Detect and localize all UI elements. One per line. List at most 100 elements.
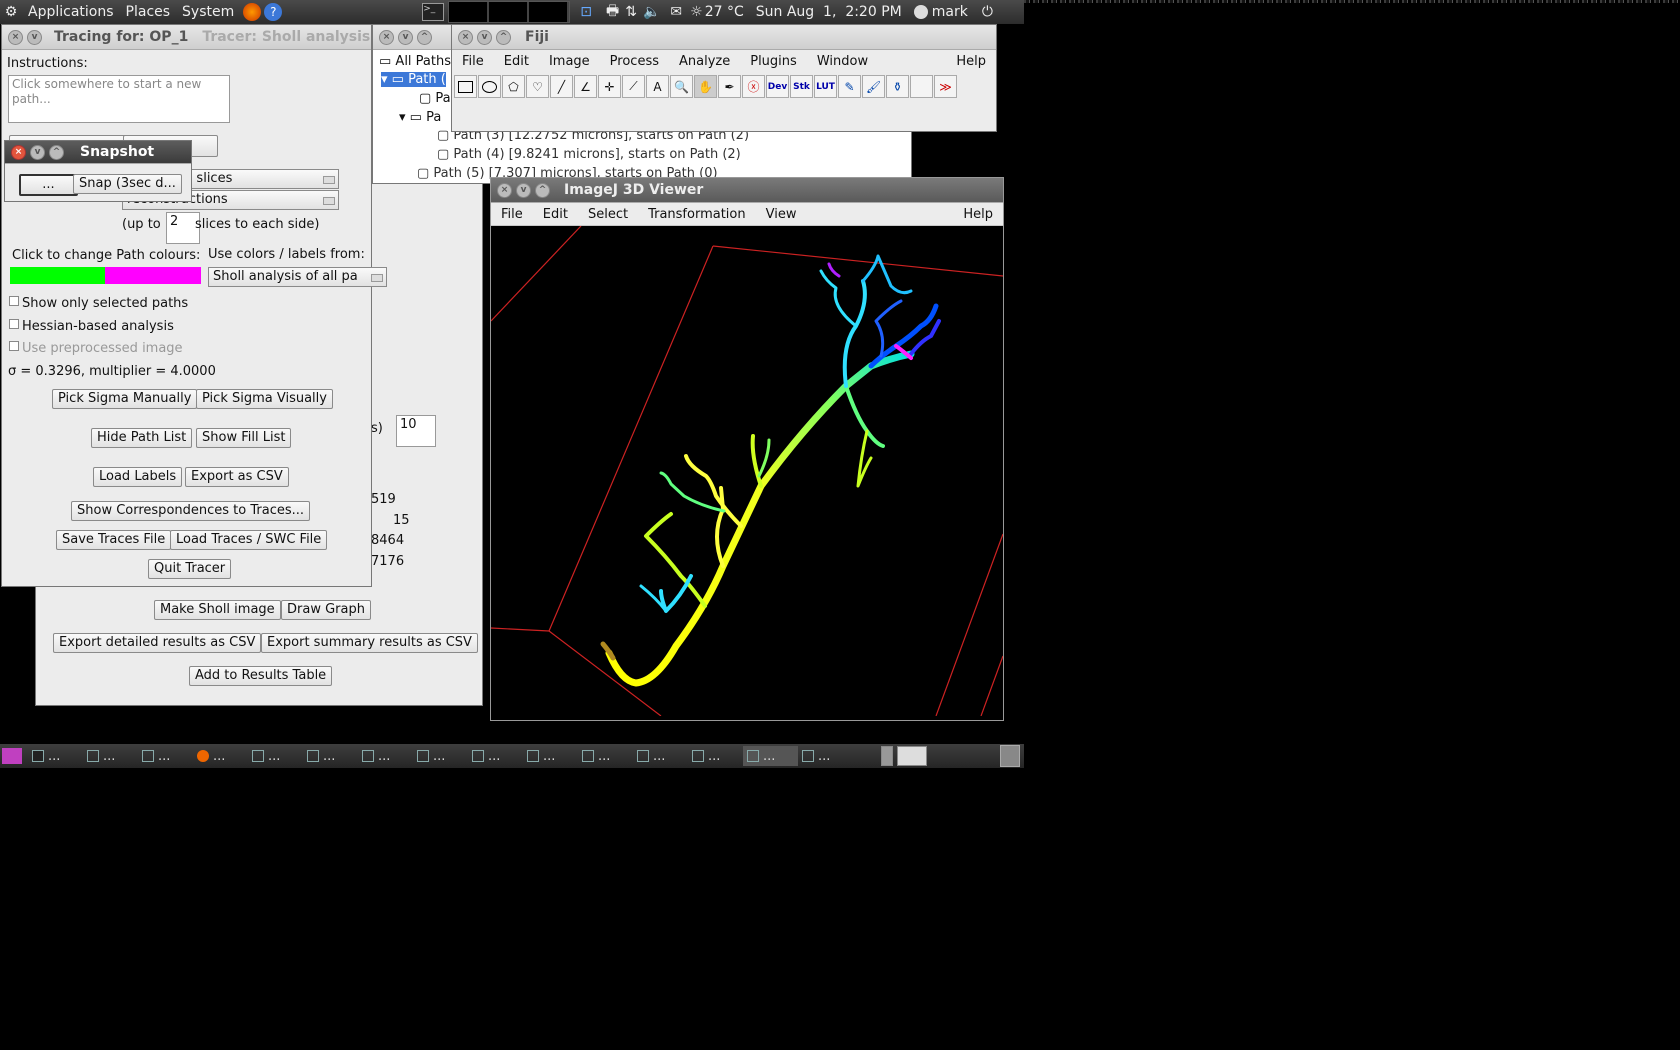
taskbar-item[interactable]: ... bbox=[83, 746, 138, 766]
user-icon[interactable] bbox=[913, 5, 928, 19]
volume-icon[interactable]: 🔈 bbox=[643, 4, 660, 20]
oval-tool-icon[interactable] bbox=[478, 75, 501, 98]
snapshot-titlebar[interactable]: × v ^ Snapshot bbox=[5, 141, 191, 164]
more-tools-icon[interactable]: ≫ bbox=[934, 75, 957, 98]
system-monitor-graph[interactable] bbox=[448, 1, 571, 23]
tree-item[interactable]: ▢ Pa bbox=[419, 91, 451, 106]
user-name[interactable]: mark bbox=[932, 4, 968, 20]
gnome-foot-icon[interactable]: ⚙ bbox=[0, 4, 22, 20]
taskbar-item[interactable]: ... bbox=[358, 746, 413, 766]
close-icon[interactable]: × bbox=[497, 182, 512, 198]
show-selected-checkbox[interactable]: Show only selected paths bbox=[9, 296, 188, 311]
flood-tool-icon[interactable]: ⚱ bbox=[886, 75, 909, 98]
show-fill-list-button[interactable]: Show Fill List bbox=[196, 428, 292, 448]
path-colour-right-swatch[interactable] bbox=[105, 267, 201, 284]
export-summary-button[interactable]: Export summary results as CSV bbox=[261, 633, 478, 653]
tracer-titlebar[interactable]: × v Tracing for: OP_1 Tracer: Sholl anal… bbox=[2, 25, 371, 50]
load-labels-button[interactable]: Load Labels bbox=[93, 467, 183, 487]
zoom-tool-icon[interactable]: 🔍 bbox=[670, 75, 693, 98]
maximize-icon[interactable]: ^ bbox=[49, 144, 64, 160]
show-correspondences-button[interactable]: Show Correspondences to Traces... bbox=[71, 501, 311, 521]
taskbar-item[interactable]: ... bbox=[523, 746, 578, 766]
firefox-icon[interactable] bbox=[243, 3, 262, 21]
weather-icon[interactable]: ☼ bbox=[690, 4, 703, 20]
dropper-tool-icon[interactable]: ✒ bbox=[718, 75, 741, 98]
fiji-menu-plugins[interactable]: Plugins bbox=[740, 54, 807, 69]
draw-graph-button[interactable]: Draw Graph bbox=[281, 600, 371, 620]
snap-button[interactable]: Snap (3sec d... bbox=[73, 174, 182, 194]
workspace-switcher[interactable] bbox=[881, 746, 927, 766]
fiji-menu-analyze[interactable]: Analyze bbox=[669, 54, 740, 69]
fiji-menu-process[interactable]: Process bbox=[600, 54, 669, 69]
load-traces-button[interactable]: Load Traces / SWC File bbox=[170, 530, 328, 550]
viewer-menu-view[interactable]: View bbox=[756, 207, 807, 222]
brush-tool-icon[interactable]: 🖌 bbox=[862, 75, 885, 98]
hand-tool-icon[interactable]: ✋ bbox=[694, 75, 717, 98]
close-icon[interactable]: × bbox=[11, 144, 26, 160]
preprocessed-checkbox[interactable]: Use preprocessed image bbox=[9, 341, 183, 356]
checkbox-box[interactable] bbox=[9, 296, 19, 306]
pick-sigma-visually-button[interactable]: Pick Sigma Visually bbox=[196, 389, 333, 409]
viewer-menu-edit[interactable]: Edit bbox=[533, 207, 578, 222]
minimize-icon[interactable]: v bbox=[477, 29, 492, 45]
fiji-menu-window[interactable]: Window bbox=[807, 54, 878, 69]
sholl-field[interactable]: 10 bbox=[396, 415, 436, 447]
minimize-icon[interactable]: v bbox=[516, 182, 531, 198]
taskbar-item[interactable]: ... bbox=[633, 746, 688, 766]
tree-item[interactable]: ▢ Path (4) [9.8241 microns], starts on P… bbox=[437, 147, 741, 162]
close-icon[interactable]: × bbox=[379, 29, 394, 45]
viewer-titlebar[interactable]: × v ^ ImageJ 3D Viewer bbox=[491, 178, 1003, 203]
stk-tool-icon[interactable]: Stk bbox=[790, 75, 813, 98]
close-tool-icon[interactable]: ⓧ bbox=[742, 75, 765, 98]
export-detailed-button[interactable]: Export detailed results as CSV bbox=[53, 633, 262, 653]
export-csv-button[interactable]: Export as CSV bbox=[185, 467, 289, 487]
taskbar-item-active[interactable]: ... bbox=[743, 746, 798, 766]
taskbar-item[interactable]: ... bbox=[798, 746, 853, 766]
taskbar-item-firefox[interactable]: ... bbox=[193, 746, 248, 766]
maximize-icon[interactable]: ^ bbox=[496, 29, 511, 45]
fiji-menu-help[interactable]: Help bbox=[946, 54, 996, 69]
viewer-menu-transformation[interactable]: Transformation bbox=[638, 207, 756, 222]
taskbar-item[interactable]: ... bbox=[468, 746, 523, 766]
fiji-titlebar[interactable]: × v ^ Fiji bbox=[452, 25, 996, 50]
clock[interactable]: Sun Aug 1, 2:20 PM bbox=[756, 4, 902, 20]
workspace-2[interactable] bbox=[897, 746, 927, 766]
add-results-button[interactable]: Add to Results Table bbox=[189, 666, 333, 686]
rectangle-tool-icon[interactable] bbox=[454, 75, 477, 98]
terminal-icon[interactable]: >_ bbox=[422, 3, 445, 21]
path-colour-left-swatch[interactable] bbox=[10, 267, 105, 284]
taskbar-item[interactable]: ... bbox=[303, 746, 358, 766]
blank-tool-icon[interactable] bbox=[910, 75, 933, 98]
taskbar-item[interactable]: ... bbox=[248, 746, 303, 766]
taskbar-item[interactable]: ... bbox=[138, 746, 193, 766]
fiji-menu-image[interactable]: Image bbox=[539, 54, 600, 69]
help-icon[interactable]: ? bbox=[264, 3, 283, 21]
power-icon[interactable]: ⏻ bbox=[982, 4, 993, 20]
lut-tool-icon[interactable]: LUT bbox=[814, 75, 837, 98]
minimize-icon[interactable]: v bbox=[30, 144, 45, 160]
taskbar-item-terminal[interactable]: ... bbox=[28, 746, 83, 766]
viewer-menu-help[interactable]: Help bbox=[953, 207, 1003, 222]
make-sholl-image-button[interactable]: Make Sholl image bbox=[154, 600, 281, 620]
fiji-menu-file[interactable]: File bbox=[452, 54, 494, 69]
tree-root[interactable]: ▭ All Paths bbox=[379, 54, 451, 69]
minimize-icon[interactable]: v bbox=[27, 29, 42, 45]
fiji-app-icon[interactable]: ⊡ bbox=[580, 4, 592, 20]
trash-icon[interactable] bbox=[1000, 745, 1020, 767]
point-tool-icon[interactable]: ✛ bbox=[598, 75, 621, 98]
maximize-icon[interactable]: ^ bbox=[535, 182, 550, 198]
minimize-icon[interactable]: v bbox=[398, 29, 413, 45]
line-tool-icon[interactable]: ╱ bbox=[550, 75, 573, 98]
system-menu[interactable]: System bbox=[176, 4, 240, 20]
mail-icon[interactable]: ✉ bbox=[670, 4, 682, 20]
hessian-checkbox[interactable]: Hessian-based analysis bbox=[9, 319, 174, 334]
applications-menu[interactable]: Applications bbox=[22, 4, 120, 20]
quit-tracer-button[interactable]: Quit Tracer bbox=[148, 559, 232, 579]
maximize-icon[interactable]: ^ bbox=[417, 29, 432, 45]
workspace-1[interactable] bbox=[881, 746, 893, 766]
hide-path-list-button[interactable]: Hide Path List bbox=[91, 428, 193, 448]
taskbar-item[interactable]: ... bbox=[413, 746, 468, 766]
taskbar-item[interactable]: ... bbox=[688, 746, 743, 766]
text-tool-icon[interactable]: A bbox=[646, 75, 669, 98]
weather-temperature[interactable]: 27 °C bbox=[705, 4, 744, 20]
